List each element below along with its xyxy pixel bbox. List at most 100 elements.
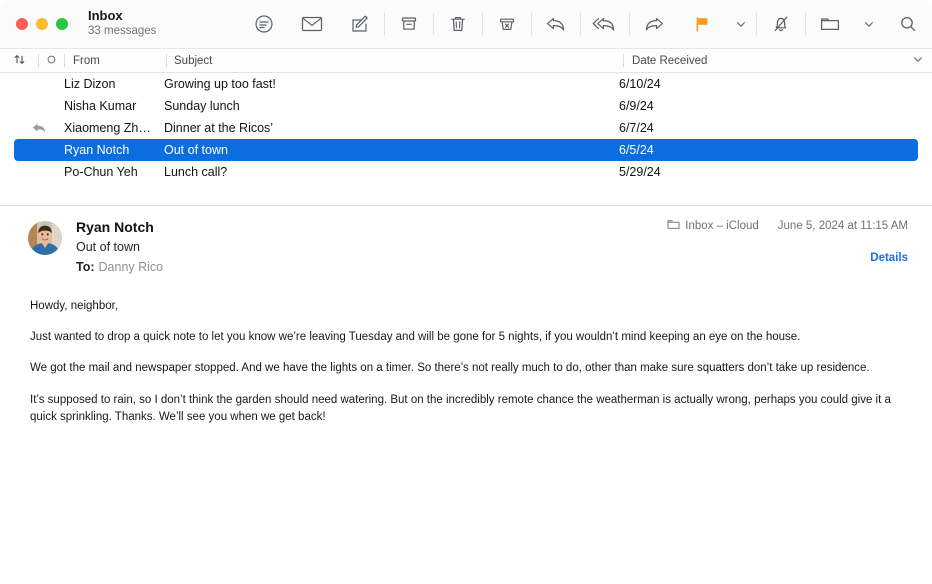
trash-icon [448, 14, 468, 34]
unread-circle-icon [47, 55, 56, 67]
compose-icon [350, 14, 370, 34]
search-button[interactable] [884, 0, 932, 48]
date-received-column-header[interactable]: Date Received [623, 49, 904, 72]
message-date: June 5, 2024 at 11:15 AM [777, 220, 908, 232]
junk-button[interactable] [483, 0, 531, 48]
message-subject-text: Sunday lunch [164, 99, 240, 113]
message-subject-text: Dinner at the Ricos’ [164, 121, 274, 135]
folder-icon [819, 15, 841, 33]
subject-column-label: Subject [174, 54, 213, 67]
message-date-received: 6/5/24 [619, 143, 654, 157]
archive-button[interactable] [385, 0, 433, 48]
column-divider [38, 54, 39, 67]
sort-arrows-icon [13, 53, 26, 69]
move-menu-button[interactable] [854, 0, 884, 48]
message-header: Ryan Notch Out of town To: Danny Rico In… [0, 206, 932, 276]
message-list[interactable]: Liz Dizon Growing up too fast! 6/10/24 Nish… [0, 73, 932, 206]
message-mailbox-label: Inbox – iCloud [685, 220, 759, 232]
message-subject-text: Lunch call? [164, 165, 228, 179]
message-subject: Out of town [76, 240, 140, 255]
message-mailbox[interactable]: Inbox – iCloud [667, 219, 759, 233]
toolbar-actions [240, 0, 932, 48]
forward-icon [643, 14, 665, 34]
reply-icon [545, 14, 567, 34]
junk-icon [497, 14, 517, 34]
chevron-down-icon [735, 18, 747, 30]
message-sender-name: Nisha Kumar [64, 99, 137, 113]
chevron-down-icon [912, 53, 924, 68]
message-body: Howdy, neighbor, Just wanted to drop a qu… [0, 276, 932, 426]
mute-button[interactable] [757, 0, 805, 48]
reply-all-icon [592, 14, 618, 34]
message-metadata: Inbox – iCloud June 5, 2024 at 11:15 AM … [667, 219, 908, 264]
message-paragraph: Howdy, neighbor, [30, 299, 119, 312]
message-pane: Ryan Notch Out of town To: Danny Rico In… [0, 206, 932, 584]
message-subject-text: Growing up too fast! [164, 77, 276, 91]
mailbox-title: Inbox 33 messages [88, 8, 157, 38]
message-list-item[interactable]: Xiaomeng Zh… Dinner at the Ricos’ 6/7/24 [14, 117, 918, 139]
message-recipients: To: Danny Rico [76, 259, 163, 276]
column-divider [166, 54, 167, 67]
message-sender-name: Ryan Notch [64, 143, 130, 157]
minimize-window-button[interactable] [36, 18, 48, 30]
bell-slash-icon [771, 14, 791, 34]
message-date-received: 5/29/24 [619, 165, 661, 179]
move-button[interactable] [806, 0, 854, 48]
forward-button[interactable] [630, 0, 678, 48]
toolbar-left: Inbox 33 messages [0, 8, 240, 38]
mailbox-message-count: 33 messages [88, 25, 157, 38]
message-paragraph: Just wanted to drop a quick note to let … [30, 331, 801, 344]
flag-icon [693, 15, 711, 33]
compose-button[interactable] [336, 0, 384, 48]
mailbox-name: Inbox [88, 8, 123, 24]
maximize-window-button[interactable] [56, 18, 68, 30]
delete-button[interactable] [434, 0, 482, 48]
column-divider [623, 54, 624, 67]
message-paragraph: We got the mail and newspaper stopped. A… [30, 362, 870, 375]
message-subject-text: Out of town [164, 143, 228, 157]
avatar [28, 221, 62, 255]
unread-column-header[interactable] [38, 49, 64, 72]
date-received-column-label: Date Received [632, 54, 708, 67]
message-list-item[interactable]: Ryan Notch Out of town 6/5/24 [14, 139, 918, 161]
mail-window: Inbox 33 messages From Subject Date Rece… [0, 0, 932, 584]
message-sender: Ryan Notch [76, 219, 154, 235]
toolbar: Inbox 33 messages [0, 0, 932, 48]
filter-icon [254, 14, 274, 34]
message-list-column-header: From Subject Date Received [0, 48, 932, 73]
message-sender-name: Liz Dizon [64, 77, 116, 91]
details-button[interactable]: Details [667, 252, 908, 264]
message-date-received: 6/7/24 [619, 121, 654, 135]
message-list-item[interactable]: Po-Chun Yeh Lunch call? 5/29/24 [14, 161, 918, 183]
message-header-text: Ryan Notch Out of town To: Danny Rico [76, 218, 163, 276]
message-list-item[interactable]: Nisha Kumar Sunday lunch 6/9/24 [14, 95, 918, 117]
message-paragraph: It’s supposed to rain, so I don’t think … [30, 393, 891, 423]
column-options-button[interactable] [904, 49, 932, 72]
filter-button[interactable] [240, 0, 288, 48]
message-metadata-line: Inbox – iCloud June 5, 2024 at 11:15 AM [667, 219, 908, 233]
from-column-label: From [73, 54, 100, 67]
window-controls [16, 18, 68, 30]
flag-menu-button[interactable] [726, 0, 756, 48]
message-list-item[interactable]: Liz Dizon Growing up too fast! 6/10/24 [14, 73, 918, 95]
reply-all-button[interactable] [581, 0, 629, 48]
from-column-header[interactable]: From [64, 49, 166, 72]
column-divider [64, 54, 65, 67]
to-label: To: [76, 259, 95, 274]
get-mail-button[interactable] [288, 0, 336, 48]
replied-arrow-icon [32, 123, 45, 133]
close-window-button[interactable] [16, 18, 28, 30]
reply-button[interactable] [532, 0, 580, 48]
message-date-received: 6/10/24 [619, 77, 661, 91]
archive-icon [399, 14, 419, 34]
subject-column-header[interactable]: Subject [166, 49, 623, 72]
message-replied-indicator [14, 122, 64, 134]
message-date-received: 6/9/24 [619, 99, 654, 113]
sort-order-button[interactable] [0, 49, 38, 72]
folder-icon [667, 219, 680, 233]
message-sender-name: Xiaomeng Zh… [64, 121, 151, 135]
envelope-icon [301, 15, 323, 33]
message-sender-name: Po-Chun Yeh [64, 165, 138, 179]
chevron-down-icon [863, 18, 875, 30]
flag-button[interactable] [678, 0, 726, 48]
